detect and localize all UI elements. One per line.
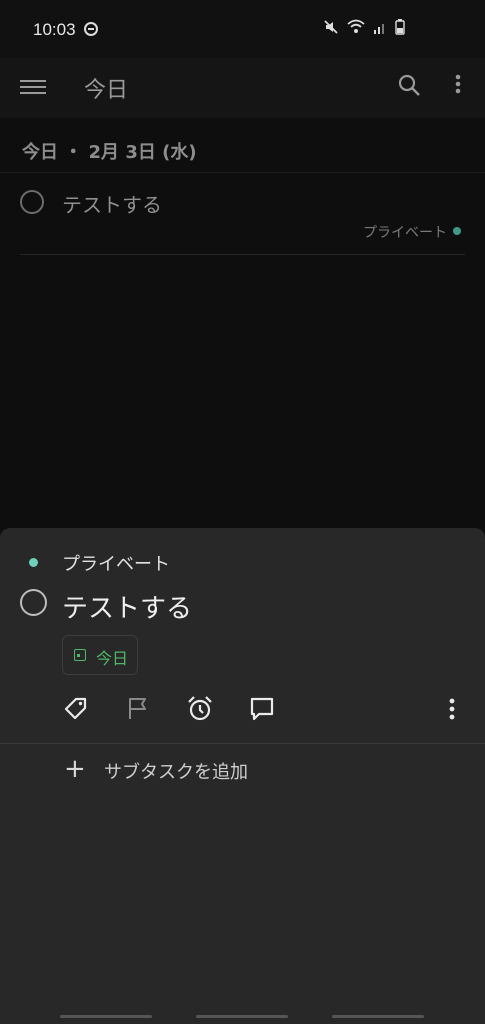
- nav-recents[interactable]: [60, 1015, 152, 1018]
- app-bar: 今日: [0, 58, 485, 118]
- project-color-dot: [453, 227, 461, 235]
- task-detail-sheet: プライベート テストする 今日 + サブタスクを追加: [0, 528, 485, 1024]
- status-time: 10:03: [33, 20, 76, 39]
- nav-back[interactable]: [332, 1015, 424, 1018]
- menu-button[interactable]: [20, 76, 46, 100]
- wifi-icon: [347, 19, 365, 33]
- task-title-field[interactable]: テストする: [62, 588, 192, 625]
- more-vertical-icon[interactable]: [437, 694, 467, 724]
- signal-icon: [374, 24, 384, 34]
- menu-icon: [20, 80, 46, 82]
- add-subtask-label: サブタスクを追加: [104, 762, 248, 783]
- section-header: 今日 ・ 2月 3日 (水): [22, 142, 197, 163]
- more-vertical-icon[interactable]: [448, 72, 468, 100]
- status-bar: 10:03: [0, 0, 485, 58]
- plus-icon: +: [64, 754, 86, 784]
- label-icon[interactable]: [61, 694, 91, 724]
- divider: [0, 743, 485, 744]
- mute-icon: [324, 20, 338, 34]
- task-row[interactable]: テストする プライベート: [0, 178, 485, 254]
- complete-task-checkbox[interactable]: [20, 589, 47, 616]
- project-selector[interactable]: プライベート: [62, 550, 170, 576]
- navigation-bar: [0, 1004, 485, 1024]
- project-color-dot: [29, 558, 38, 567]
- task-checkbox[interactable]: [20, 190, 44, 214]
- nav-home[interactable]: [196, 1015, 288, 1018]
- action-bar: [0, 694, 485, 730]
- do-not-disturb-icon: [84, 22, 98, 36]
- due-date-chip[interactable]: 今日: [62, 635, 138, 675]
- task-title: テストする: [62, 193, 162, 217]
- search-icon[interactable]: [396, 72, 424, 100]
- page-title: 今日: [84, 78, 129, 103]
- task-project-label: プライベート: [363, 225, 447, 241]
- calendar-icon: [74, 649, 86, 661]
- battery-icon: [395, 19, 405, 35]
- flag-icon[interactable]: [123, 694, 153, 724]
- divider: [0, 172, 485, 173]
- comment-icon[interactable]: [247, 694, 277, 724]
- divider: [20, 254, 465, 255]
- add-subtask-button[interactable]: + サブタスクを追加: [64, 754, 324, 786]
- status-icons: [323, 19, 405, 35]
- alarm-icon[interactable]: [185, 694, 215, 724]
- due-date-label: 今日: [96, 649, 129, 668]
